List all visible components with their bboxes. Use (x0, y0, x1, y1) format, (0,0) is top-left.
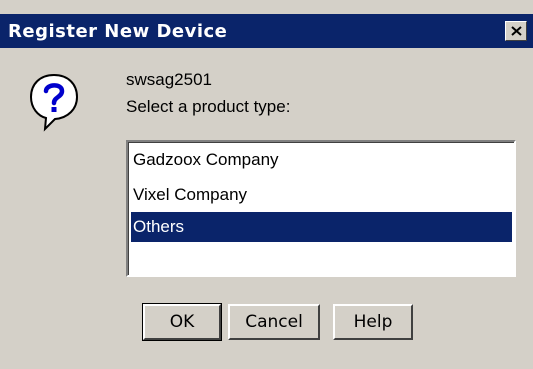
list-item-gadzoox[interactable]: Gadzoox Company (131, 145, 512, 175)
product-type-prompt: Select a product type: (126, 97, 291, 116)
close-icon (511, 26, 522, 36)
help-button[interactable]: Help (333, 304, 413, 340)
window-title: Register New Device (8, 21, 228, 42)
list-item-vixel[interactable]: Vixel Company (131, 180, 512, 210)
product-type-list[interactable]: Gadzoox Company Vixel Company Others (126, 140, 516, 277)
register-device-dialog: Register New Device swsag2501 Select a p… (0, 0, 533, 369)
close-button[interactable] (505, 21, 527, 41)
ok-button[interactable]: OK (142, 303, 222, 341)
title-bar[interactable]: Register New Device (0, 14, 533, 48)
device-name: swsag2501 (126, 70, 213, 89)
product-type-list-inner: Gadzoox Company Vixel Company Others (128, 142, 514, 275)
list-item-others[interactable]: Others (131, 212, 512, 242)
cancel-button[interactable]: Cancel (228, 304, 320, 340)
question-icon (28, 72, 80, 137)
